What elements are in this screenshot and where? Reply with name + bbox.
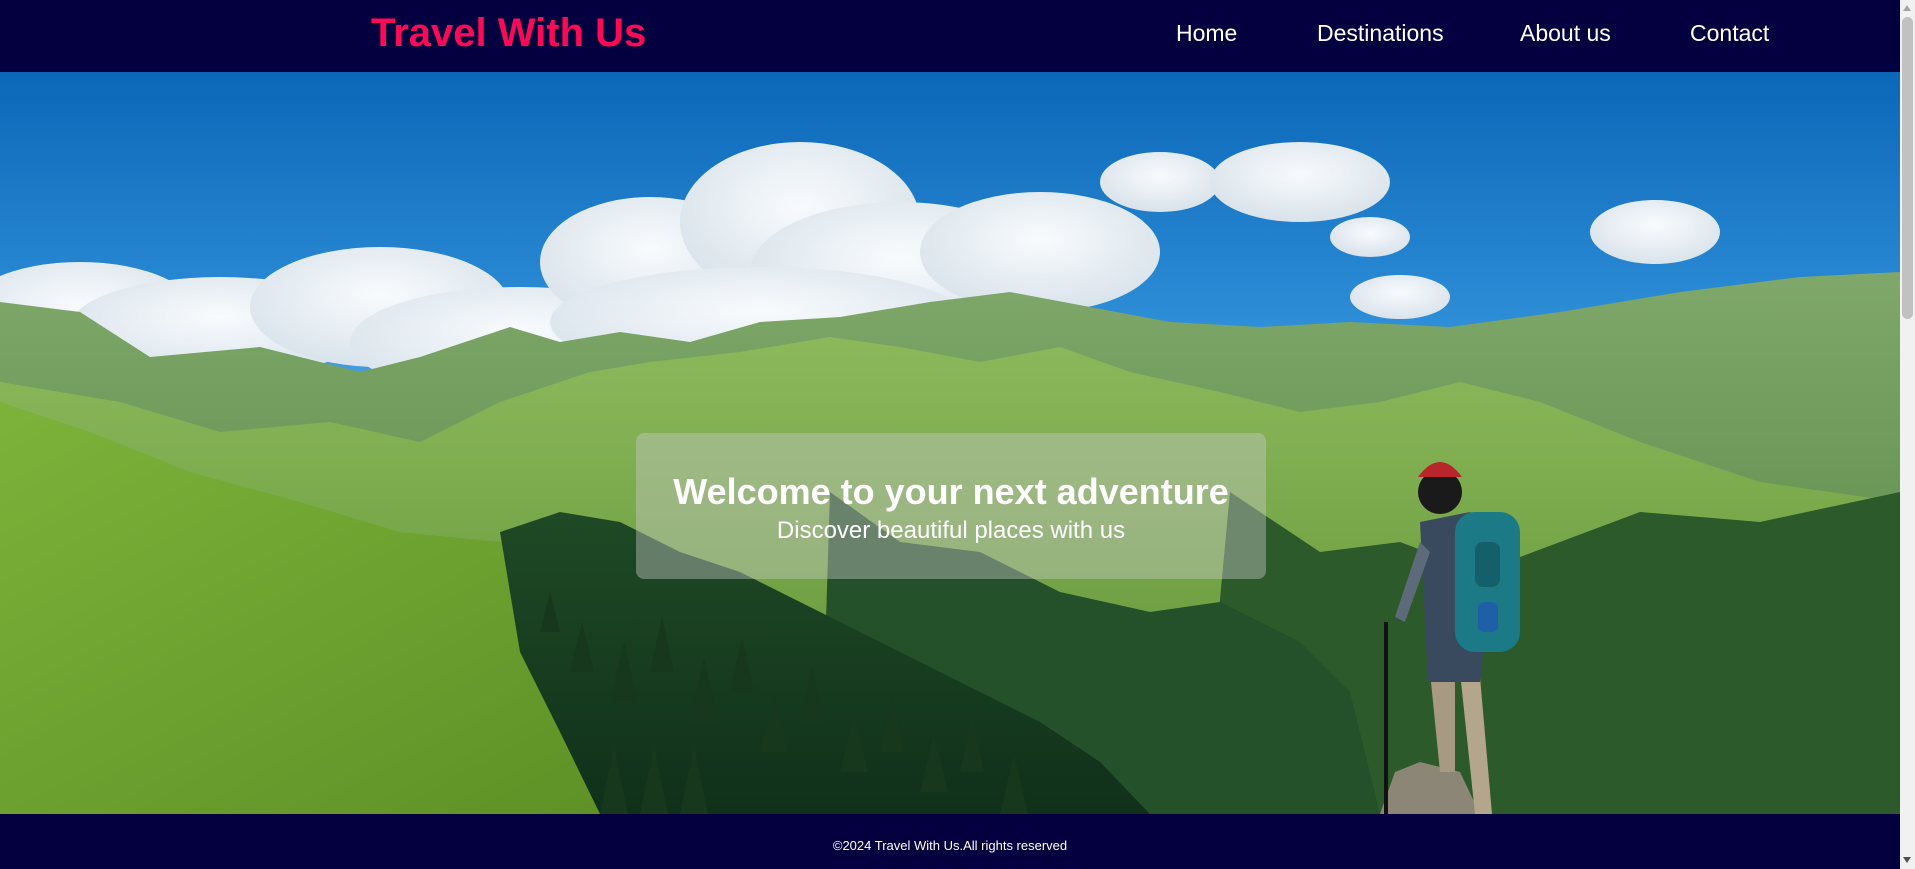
nav-link-home[interactable]: Home [1176, 20, 1237, 47]
hero-overlay-box: Welcome to your next adventure Discover … [636, 433, 1266, 579]
hero-title: Welcome to your next adventure [673, 471, 1229, 512]
nav-link-contact[interactable]: Contact [1690, 20, 1769, 47]
footer-copyright: ©2024 Travel With Us.All rights reserved [832, 838, 1068, 853]
nav-link-about-us[interactable]: About us [1520, 20, 1611, 47]
site-header: Travel With Us Home Destinations About u… [0, 0, 1900, 72]
page: Travel With Us Home Destinations About u… [0, 0, 1915, 869]
vertical-scrollbar[interactable] [1900, 0, 1915, 869]
scroll-down-arrow-icon[interactable] [1903, 857, 1911, 863]
scroll-thumb[interactable] [1902, 17, 1913, 319]
site-footer: ©2024 Travel With Us.All rights reserved [0, 814, 1900, 869]
viewport: Travel With Us Home Destinations About u… [0, 0, 1900, 869]
hero-subtitle: Discover beautiful places with us [776, 517, 1126, 544]
hero-section: Welcome to your next adventure Discover … [0, 72, 1900, 814]
main-nav: Home Destinations About us Contact [0, 20, 1900, 52]
nav-link-destinations[interactable]: Destinations [1317, 20, 1444, 47]
scroll-up-arrow-icon[interactable] [1903, 5, 1911, 11]
